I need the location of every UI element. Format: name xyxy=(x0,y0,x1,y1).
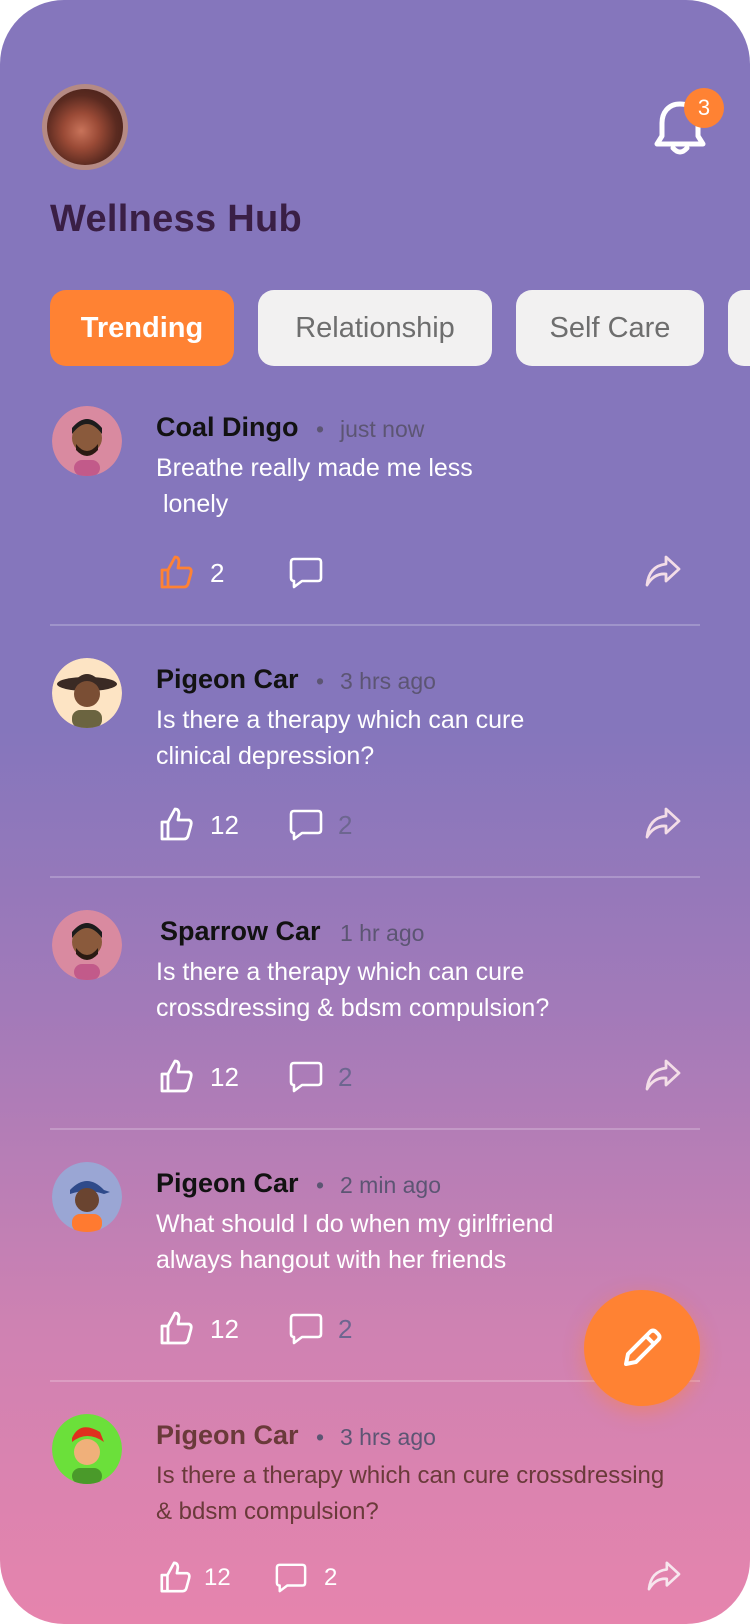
like-count: 12 xyxy=(204,1564,231,1591)
comment-icon[interactable] xyxy=(288,1312,324,1346)
tab-trending[interactable]: Trending xyxy=(50,290,234,366)
thumbs-up-icon[interactable] xyxy=(158,1560,192,1594)
thumbs-up-icon[interactable] xyxy=(158,1058,194,1094)
divider xyxy=(50,876,700,878)
author-name[interactable]: Pigeon Car xyxy=(156,1420,299,1451)
tab-more[interactable] xyxy=(728,290,750,366)
thumbs-up-icon[interactable] xyxy=(158,806,194,842)
divider xyxy=(50,1128,700,1130)
share-icon[interactable] xyxy=(644,1058,682,1092)
page-title: Wellness Hub xyxy=(50,198,303,240)
comment-count: 2 xyxy=(338,1062,353,1092)
author-name[interactable]: Pigeon Car xyxy=(156,1168,299,1199)
share-icon[interactable] xyxy=(646,1560,682,1592)
comment-icon[interactable] xyxy=(288,1060,324,1094)
compose-button[interactable] xyxy=(584,1290,700,1406)
like-count: 2 xyxy=(210,558,225,588)
app-screen: 3 Wellness Hub Trending Relationship Sel… xyxy=(0,0,750,1624)
comment-count: 2 xyxy=(324,1564,338,1591)
divider xyxy=(50,624,700,626)
like-count: 12 xyxy=(210,1062,239,1092)
separator-dot: • xyxy=(316,416,325,442)
post-text[interactable]: Breathe really made me less lonely xyxy=(156,450,696,522)
post-item[interactable]: Coal Dingo • just now Breathe really mad… xyxy=(50,406,700,606)
post-item[interactable]: Pigeon Car • 3 hrs ago Is there a therap… xyxy=(50,1414,700,1614)
post-actions: 12 2 xyxy=(156,806,702,846)
author-avatar[interactable] xyxy=(52,910,122,980)
post-text[interactable]: Is there a therapy which can cure crossd… xyxy=(156,954,696,1026)
separator-dot: • xyxy=(316,1424,325,1450)
separator-dot: • xyxy=(316,668,325,694)
post-text[interactable]: Is there a therapy which can cure crossd… xyxy=(156,1458,716,1530)
post-item[interactable]: Sparrow Car 1 hr ago Is there a therapy … xyxy=(50,910,700,1110)
author-avatar[interactable] xyxy=(52,406,122,476)
post-text[interactable]: What should I do when my girlfriend alwa… xyxy=(156,1206,696,1278)
comment-icon[interactable] xyxy=(274,1562,308,1594)
like-count: 12 xyxy=(210,810,239,840)
author-name[interactable]: Sparrow Car xyxy=(160,916,321,947)
author-name[interactable]: Coal Dingo xyxy=(156,412,299,443)
comment-icon[interactable] xyxy=(288,808,324,842)
post-text[interactable]: Is there a therapy which can cure clinic… xyxy=(156,702,696,774)
post-time: 3 hrs ago xyxy=(340,1424,436,1450)
like-count: 12 xyxy=(210,1314,239,1344)
thumbs-up-icon[interactable] xyxy=(158,554,194,590)
tab-relationship[interactable]: Relationship xyxy=(258,290,492,366)
post-actions: 12 2 xyxy=(156,1058,702,1098)
author-avatar[interactable] xyxy=(52,1162,122,1232)
pencil-icon xyxy=(624,1328,662,1366)
notification-badge: 3 xyxy=(684,88,724,128)
post-actions: 12 2 xyxy=(156,1560,702,1600)
comment-icon[interactable] xyxy=(288,556,324,590)
post-item[interactable]: Pigeon Car • 3 hrs ago Is there a therap… xyxy=(50,658,700,858)
share-icon[interactable] xyxy=(644,554,682,588)
author-avatar[interactable] xyxy=(52,658,122,728)
thumbs-up-icon[interactable] xyxy=(158,1310,194,1346)
comment-count: 2 xyxy=(338,1314,353,1344)
profile-avatar[interactable] xyxy=(42,84,128,170)
post-time: just now xyxy=(340,416,425,442)
post-time: 3 hrs ago xyxy=(340,668,436,694)
post-time: 1 hr ago xyxy=(340,920,425,946)
author-name[interactable]: Pigeon Car xyxy=(156,664,299,695)
separator-dot: • xyxy=(316,1172,325,1198)
post-time: 2 min ago xyxy=(340,1172,442,1198)
comment-count: 2 xyxy=(338,810,353,840)
tab-self-care[interactable]: Self Care xyxy=(516,290,704,366)
author-avatar[interactable] xyxy=(52,1414,122,1484)
share-icon[interactable] xyxy=(644,806,682,840)
post-actions: 2 xyxy=(156,554,702,594)
